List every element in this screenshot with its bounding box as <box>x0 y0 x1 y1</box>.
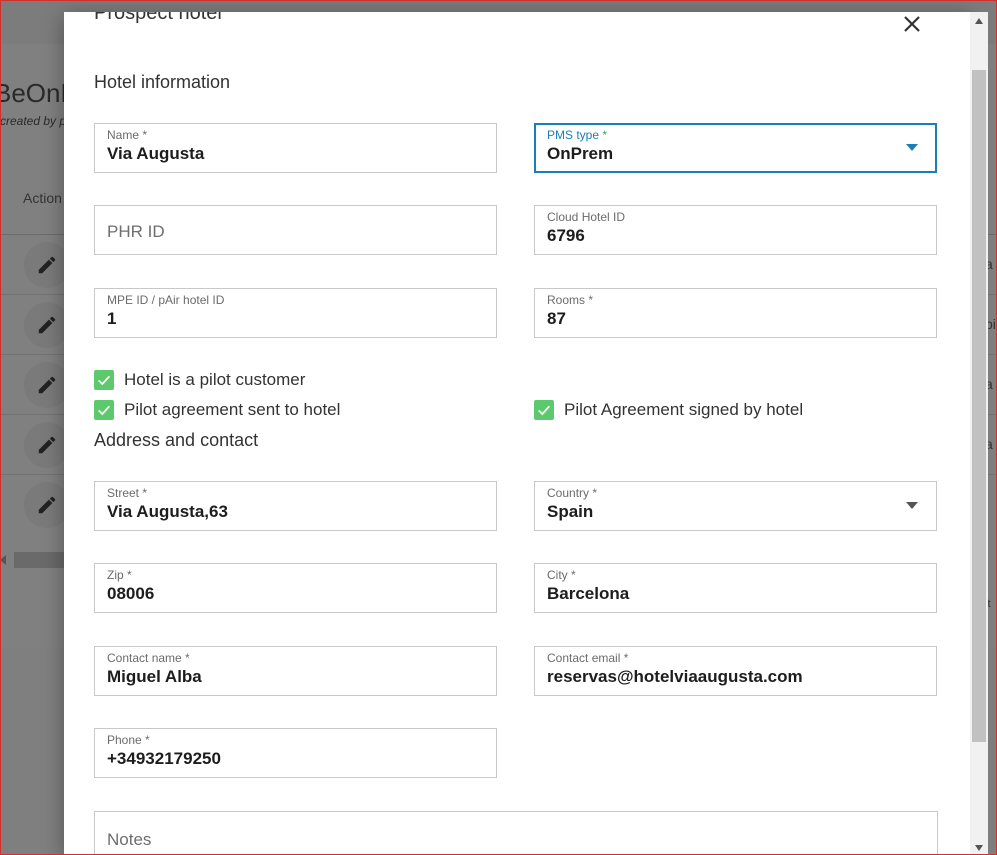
agreement-signed-label: Pilot Agreement signed by hotel <box>564 400 804 419</box>
street-field[interactable]: Street * Via Augusta,63 <box>94 481 497 531</box>
scroll-down-icon[interactable] <box>975 845 983 851</box>
dropdown-arrow-icon <box>906 144 918 151</box>
cloud-hotel-id-value: 6796 <box>547 226 585 245</box>
vertical-scrollbar-thumb[interactable] <box>972 70 986 742</box>
dropdown-arrow-icon <box>906 502 918 509</box>
zip-field[interactable]: Zip * 08006 <box>94 563 497 613</box>
name-value: Via Augusta <box>107 144 205 163</box>
phone-label: Phone * <box>107 733 150 747</box>
pilot-customer-checkbox-row[interactable]: Hotel is a pilot customer <box>94 370 305 390</box>
phr-id-placeholder: PHR ID <box>107 222 165 241</box>
pencil-icon <box>38 256 56 274</box>
pencil-icon <box>38 376 56 394</box>
pencil-icon <box>38 316 56 334</box>
dialog-title: Prospect hotel <box>94 12 222 24</box>
phone-field[interactable]: Phone * +34932179250 <box>94 728 497 778</box>
street-value: Via Augusta,63 <box>107 502 228 521</box>
contact-name-label: Contact name * <box>107 651 190 665</box>
rooms-field[interactable]: Rooms * 87 <box>534 288 937 338</box>
pilot-customer-label: Hotel is a pilot customer <box>124 370 306 389</box>
close-icon <box>904 16 920 32</box>
agreement-sent-checkbox-row[interactable]: Pilot agreement sent to hotel <box>94 400 340 420</box>
contact-email-label: Contact email * <box>547 651 629 665</box>
street-label: Street * <box>107 486 148 500</box>
name-field[interactable]: Name * Via Augusta <box>94 123 497 173</box>
agreement-signed-checkbox-row[interactable]: Pilot Agreement signed by hotel <box>534 400 803 420</box>
cloud-hotel-id-label: Cloud Hotel ID <box>547 210 626 224</box>
checkmark-icon <box>538 405 550 416</box>
city-value: Barcelona <box>547 584 630 603</box>
mpe-id-value: 1 <box>107 309 117 328</box>
zip-label: Zip * <box>107 568 132 582</box>
phr-id-field[interactable]: PHR ID <box>94 205 497 255</box>
country-value: Spain <box>547 502 594 521</box>
country-label: Country * <box>547 486 598 500</box>
background-subtitle: created by p <box>0 114 67 128</box>
background-actions-header: Action <box>23 190 62 206</box>
mpe-id-field[interactable]: MPE ID / pAir hotel ID 1 <box>94 288 497 338</box>
agreement-signed-checkbox[interactable] <box>534 400 554 420</box>
city-field[interactable]: City * Barcelona <box>534 563 937 613</box>
agreement-sent-label: Pilot agreement sent to hotel <box>124 400 341 419</box>
required-mark: * <box>602 128 608 142</box>
zip-value: 08006 <box>107 584 155 603</box>
phone-value: +34932179250 <box>107 749 221 768</box>
agreement-sent-checkbox[interactable] <box>94 400 114 420</box>
notes-placeholder: Notes <box>107 830 152 849</box>
pencil-icon <box>38 496 56 514</box>
section-title-hotel-information: Hotel information <box>94 72 231 92</box>
rooms-value: 87 <box>547 309 566 328</box>
checkmark-icon <box>98 375 110 386</box>
pilot-customer-checkbox[interactable] <box>94 370 114 390</box>
contact-email-value: reservas@hotelviaaugusta.com <box>547 667 803 686</box>
name-label: Name * <box>107 128 148 142</box>
scroll-up-icon[interactable] <box>975 18 983 24</box>
checkmark-icon <box>98 405 110 416</box>
contact-email-field[interactable]: Contact email * reservas@hotelviaaugusta… <box>534 646 937 696</box>
country-select[interactable]: Country * Spain <box>534 481 937 531</box>
cloud-hotel-id-field[interactable]: Cloud Hotel ID 6796 <box>534 205 937 255</box>
city-label: City * <box>547 568 576 582</box>
pms-type-label-text: PMS type <box>547 128 600 142</box>
mpe-id-label: MPE ID / pAir hotel ID <box>107 293 225 307</box>
pms-type-select[interactable]: PMS type * OnPrem <box>534 123 937 173</box>
pencil-icon <box>38 436 56 454</box>
notes-field[interactable]: Notes <box>94 811 938 855</box>
section-title-address-and-contact: Address and contact <box>94 430 259 450</box>
close-button[interactable] <box>900 12 924 36</box>
pms-type-label: PMS type * <box>547 128 607 142</box>
prospect-hotel-dialog: Prospect hotel Hotel information Name * … <box>64 12 970 855</box>
contact-name-value: Miguel Alba <box>107 667 202 686</box>
scroll-left-icon[interactable] <box>0 555 6 565</box>
contact-name-field[interactable]: Contact name * Miguel Alba <box>94 646 497 696</box>
pms-type-value: OnPrem <box>547 144 614 163</box>
rooms-label: Rooms * <box>547 293 594 307</box>
